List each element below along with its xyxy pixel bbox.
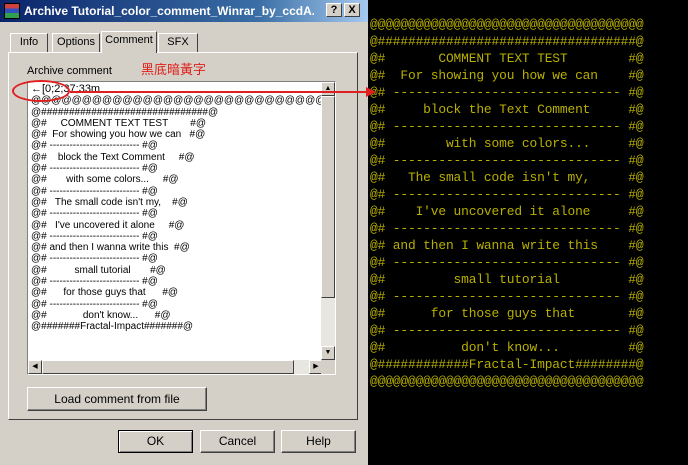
terminal-line: @# ------------------------------ #@ bbox=[370, 153, 644, 168]
terminal-line: @# ------------------------------ #@ bbox=[370, 323, 644, 338]
comment-line: @# The small code isn't my, #@ bbox=[31, 196, 188, 208]
vertical-scrollbar[interactable]: ▲ ▼ bbox=[321, 82, 335, 360]
terminal-line: @# The small code isn't my, #@ bbox=[370, 170, 644, 185]
scrollbar-corner bbox=[321, 360, 335, 374]
scroll-left-icon[interactable]: ◀ bbox=[28, 360, 42, 374]
tab-sfx[interactable]: SFX bbox=[158, 33, 198, 52]
terminal-text: @@@@@@@@@@@@@@@@@@@@@@@@@@@@@@@@@@@@ @###… bbox=[370, 16, 688, 390]
terminal-line: @# ------------------------------ #@ bbox=[370, 119, 644, 134]
tab-options[interactable]: Options bbox=[52, 33, 100, 52]
cancel-button[interactable]: Cancel bbox=[200, 430, 275, 453]
comment-line: @# --------------------------- #@ bbox=[31, 208, 158, 220]
terminal-line: @# with some colors... #@ bbox=[370, 136, 644, 151]
terminal-line: @# COMMENT TEXT TEST #@ bbox=[370, 51, 644, 66]
scroll-up-icon[interactable]: ▲ bbox=[321, 82, 335, 96]
comment-line: @# For showing you how we can #@ bbox=[31, 129, 206, 141]
help-button[interactable]: Help bbox=[281, 430, 356, 453]
terminal-line: @# and then I wanna write this #@ bbox=[370, 238, 644, 253]
comment-line: @# I've uncovered it alone #@ bbox=[31, 219, 185, 231]
winrar-app-icon bbox=[4, 3, 20, 19]
comment-line: @@@@@@@@@@@@@@@@@@@@@@@@@@@@@ bbox=[31, 95, 323, 107]
window-title: Archive Tutorial_color_comment_Winrar_by… bbox=[24, 4, 314, 18]
archive-comment-textarea[interactable]: ←[0;2;37;33m @@@@@@@@@@@@@@@@@@@@@@@@@@@@… bbox=[27, 81, 336, 375]
terminal-line: @@@@@@@@@@@@@@@@@@@@@@@@@@@@@@@@@@@@ bbox=[370, 17, 644, 32]
terminal-line: @# ------------------------------ #@ bbox=[370, 221, 644, 236]
title-bar[interactable]: Archive Tutorial_color_comment_Winrar_by… bbox=[0, 0, 368, 22]
terminal-line: @# ------------------------------ #@ bbox=[370, 187, 644, 202]
comment-line: @# --------------------------- #@ bbox=[31, 163, 158, 175]
comment-line: @# --------------------------- #@ bbox=[31, 140, 158, 152]
comment-line: @# --------------------------- #@ bbox=[31, 230, 158, 242]
terminal-line: @# for those guys that #@ bbox=[370, 306, 644, 321]
comment-line: @# COMMENT TEXT TEST #@ bbox=[31, 117, 206, 129]
comment-line: @# --------------------------- #@ bbox=[31, 253, 158, 265]
terminal-line: @@@@@@@@@@@@@@@@@@@@@@@@@@@@@@@@@@@@ bbox=[370, 374, 644, 389]
archive-dialog: Archive Tutorial_color_comment_Winrar_by… bbox=[0, 0, 368, 465]
terminal-line: @# don't know... #@ bbox=[370, 340, 644, 355]
terminal-line: @# ------------------------------ #@ bbox=[370, 85, 644, 100]
tab-comment[interactable]: Comment bbox=[101, 31, 157, 53]
comment-line: @# small tutorial #@ bbox=[31, 264, 166, 276]
comment-line: @# and then I wanna write this #@ bbox=[31, 242, 190, 254]
comment-line: @##############################@ bbox=[31, 106, 219, 118]
comment-line: @# don't know... #@ bbox=[31, 309, 171, 321]
terminal-line: @# For showing you how we can #@ bbox=[370, 68, 644, 83]
scroll-down-icon[interactable]: ▼ bbox=[321, 346, 335, 360]
vertical-scroll-thumb[interactable] bbox=[321, 96, 335, 298]
comment-text: ←[0;2;37;33m @@@@@@@@@@@@@@@@@@@@@@@@@@@@… bbox=[31, 84, 323, 356]
escape-code-line: ←[0;2;37;33m bbox=[31, 84, 101, 95]
comment-line: @# --------------------------- #@ bbox=[31, 298, 158, 310]
help-caption-button[interactable]: ? bbox=[326, 3, 342, 17]
load-comment-button[interactable]: Load comment from file bbox=[27, 387, 207, 411]
tab-info[interactable]: Info bbox=[10, 33, 48, 52]
comment-line: @# --------------------------- #@ bbox=[31, 185, 158, 197]
terminal-line: @############Fractal-Impact########@ bbox=[370, 357, 644, 372]
terminal-line: @# block the Text Comment #@ bbox=[370, 102, 644, 117]
archive-comment-label: Archive comment bbox=[27, 65, 112, 77]
comment-line: @# block the Text Comment #@ bbox=[31, 151, 195, 163]
terminal-line: @##################################@ bbox=[370, 34, 644, 49]
annotation-label: 黑底暗黃字 bbox=[141, 62, 207, 77]
terminal-line: @# small tutorial #@ bbox=[370, 272, 644, 287]
comment-tab-panel: Archive comment 黑底暗黃字 ←[0;2;37;33m @@@@@@… bbox=[8, 52, 358, 420]
horizontal-scroll-thumb[interactable] bbox=[42, 360, 294, 374]
horizontal-scrollbar[interactable]: ◀ ▶ bbox=[28, 360, 323, 374]
terminal-line: @# ------------------------------ #@ bbox=[370, 289, 644, 304]
comment-line: @# with some colors... #@ bbox=[31, 174, 179, 186]
comment-line: @#######Fractal-Impact#######@ bbox=[31, 321, 194, 333]
terminal-line: @# ------------------------------ #@ bbox=[370, 255, 644, 270]
ok-button[interactable]: OK bbox=[118, 430, 193, 453]
terminal-line: @# I've uncovered it alone #@ bbox=[370, 204, 644, 219]
comment-line: @# for those guys that #@ bbox=[31, 287, 179, 299]
highlight-ellipse bbox=[12, 80, 70, 102]
terminal-preview: @@@@@@@@@@@@@@@@@@@@@@@@@@@@@@@@@@@@ @###… bbox=[368, 0, 688, 465]
close-caption-button[interactable]: X bbox=[344, 3, 360, 17]
comment-line: @# --------------------------- #@ bbox=[31, 276, 158, 288]
